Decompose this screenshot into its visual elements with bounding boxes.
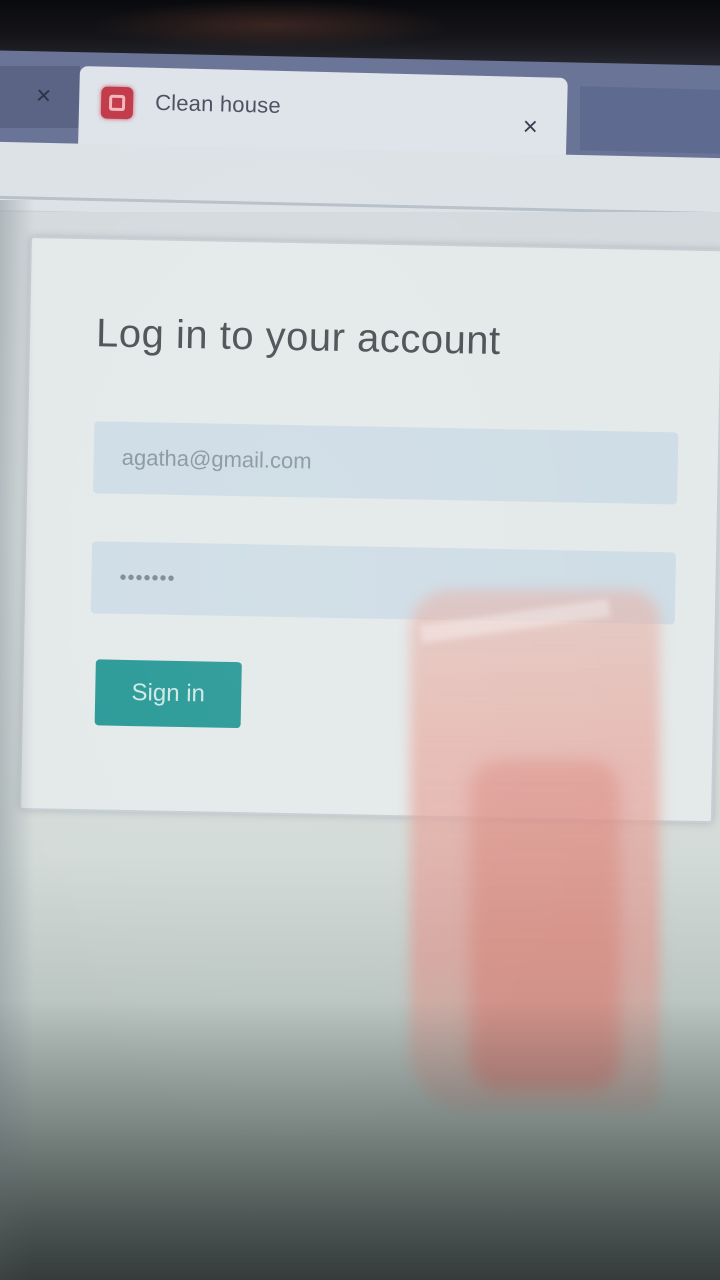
tab-title: Clean house bbox=[154, 89, 282, 118]
photo-of-screen: × Clean house × Log in to your account a… bbox=[0, 0, 720, 1280]
password-field[interactable]: ••••••• bbox=[90, 541, 677, 625]
app-logo-icon bbox=[100, 86, 134, 120]
email-field[interactable]: agatha@gmail.com bbox=[93, 421, 679, 505]
sign-in-button[interactable]: Sign in bbox=[94, 659, 242, 729]
previous-tab-close-icon[interactable]: × bbox=[35, 80, 52, 112]
browser-tab-next[interactable] bbox=[580, 86, 720, 154]
login-card: Log in to your account agatha@gmail.com … bbox=[18, 236, 720, 824]
login-heading: Log in to your account bbox=[95, 311, 502, 364]
tab-close-icon[interactable]: × bbox=[522, 111, 538, 142]
